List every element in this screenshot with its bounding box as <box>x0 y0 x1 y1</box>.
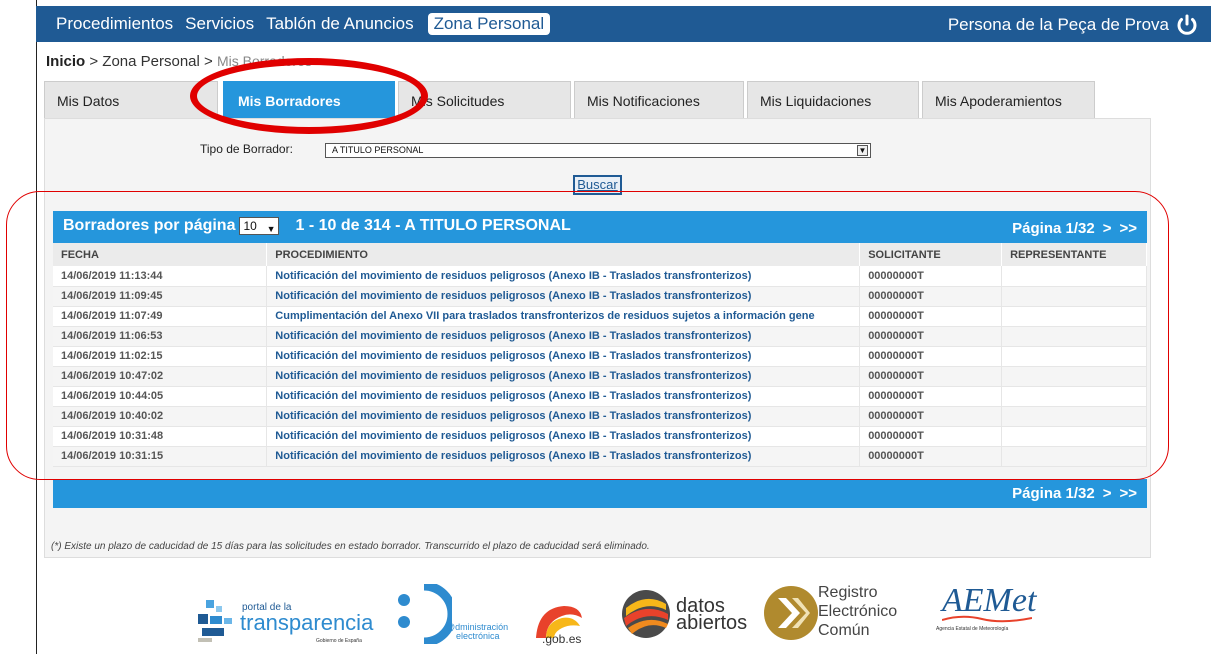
administracion-electronica-logo[interactable]: @dministración electrónica <box>394 578 528 650</box>
aemet-sub-text: Agencia Estatal de Meteorología <box>936 626 1009 632</box>
breadcrumb-home[interactable]: Inicio <box>46 53 85 70</box>
user-menu[interactable]: Persona de la Peça de Prova <box>948 13 1199 37</box>
registro-text-line2: Electrónico <box>818 603 898 620</box>
transparencia-logo[interactable]: portal de la transparencia Gobierno de E… <box>188 578 384 650</box>
page-indicator: Página 1/32 <box>1012 484 1095 502</box>
next-page-link[interactable]: > <box>1103 485 1112 502</box>
datos-abiertos-logo[interactable]: datos abiertos <box>620 578 747 650</box>
breadcrumb-separator: > <box>204 53 213 70</box>
aemet-wave-icon <box>942 615 1032 623</box>
registro-text-line1: Registro <box>818 584 878 601</box>
top-nav: Procedimientos Servicios Tablón de Anunc… <box>56 13 562 35</box>
transparencia-icon <box>198 600 232 642</box>
registro-icon <box>764 586 818 640</box>
power-icon[interactable] <box>1175 13 1199 37</box>
chevron-down-icon[interactable]: ▼ <box>857 145 868 156</box>
last-page-link[interactable]: >> <box>1119 485 1137 502</box>
aemet-logo[interactable]: AEMet Agencia Estatal de Meteorología <box>936 578 1056 650</box>
table-footer-bar: Página 1/32 > >> <box>53 478 1147 508</box>
expiry-note: (*) Existe un plazo de caducidad de 15 d… <box>51 541 650 552</box>
annotation-rounded-rectangle <box>6 191 1169 480</box>
draft-type-label: Tipo de Borrador: <box>200 142 293 156</box>
nav-procedimientos[interactable]: Procedimientos <box>56 13 173 35</box>
user-name[interactable]: Persona de la Peça de Prova <box>948 15 1169 35</box>
administracion-text-line2: electrónica <box>456 631 500 641</box>
footer-logos: portal de la transparencia Gobierno de E… <box>188 578 1068 654</box>
breadcrumb-separator: > <box>89 53 99 70</box>
draft-type-select[interactable]: A TITULO PERSONAL ▼ <box>325 143 871 158</box>
gobes-text: .gob.es <box>542 632 582 646</box>
nav-tablon-anuncios[interactable]: Tablón de Anuncios <box>266 13 413 35</box>
registro-electronico-logo[interactable]: Registro Electrónico Común <box>762 578 912 650</box>
transparencia-sub-text: Gobierno de España <box>316 638 362 644</box>
registro-text-line3: Común <box>818 622 870 639</box>
top-navigation-bar: Procedimientos Servicios Tablón de Anunc… <box>36 6 1211 42</box>
datos-abiertos-icon <box>622 590 670 638</box>
tab-mis-liquidaciones[interactable]: Mis Liquidaciones <box>747 81 919 119</box>
abiertos-text: abiertos <box>676 612 748 634</box>
tab-mis-apoderamientos[interactable]: Mis Apoderamientos <box>922 81 1095 119</box>
tab-mis-notificaciones[interactable]: Mis Notificaciones <box>574 81 744 119</box>
nav-servicios[interactable]: Servicios <box>185 13 254 35</box>
transparencia-big-text: transparencia <box>240 610 374 635</box>
annotation-circle <box>190 58 428 134</box>
draft-type-value: A TITULO PERSONAL <box>332 145 424 155</box>
administracion-icon <box>398 584 452 644</box>
pager-bottom: Página 1/32 > >> <box>1012 485 1137 502</box>
nav-zona-personal[interactable]: Zona Personal <box>427 13 551 35</box>
breadcrumb-zona-personal[interactable]: Zona Personal <box>102 53 200 70</box>
gobes-logo[interactable]: .gob.es <box>532 578 592 650</box>
